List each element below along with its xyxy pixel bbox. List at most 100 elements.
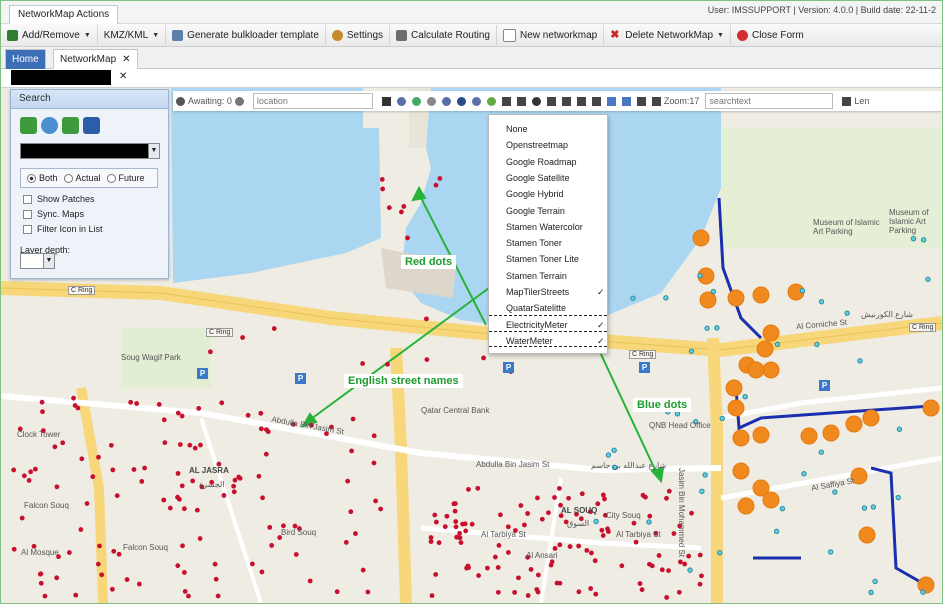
basemap-option[interactable]: Google Hybrid xyxy=(489,186,607,202)
water-meter-marker[interactable] xyxy=(702,472,708,478)
electricity-meter-marker[interactable] xyxy=(177,442,183,447)
kmz-kml-button[interactable]: KMZ/KML ▼ xyxy=(98,25,167,45)
electricity-meter-marker[interactable] xyxy=(108,442,114,448)
zoom-in-icon[interactable] xyxy=(636,96,646,106)
basemap-option[interactable]: Stamen Toner xyxy=(489,235,607,251)
navigate-icon[interactable] xyxy=(381,96,391,106)
electricity-meter-marker[interactable] xyxy=(697,581,703,587)
water-meter-marker[interactable] xyxy=(857,358,863,364)
electricity-meter-marker[interactable] xyxy=(567,544,573,549)
electricity-meter-marker[interactable] xyxy=(399,209,404,215)
electricity-meter-marker[interactable] xyxy=(495,565,501,570)
back-icon[interactable] xyxy=(20,117,37,134)
electricity-meter-marker[interactable] xyxy=(633,539,639,545)
electricity-meter-marker[interactable] xyxy=(476,573,482,578)
electricity-meter-marker[interactable] xyxy=(686,553,692,559)
electricity-meter-marker[interactable] xyxy=(256,473,262,479)
chevron-down-icon[interactable]: ▼ xyxy=(43,253,55,269)
electricity-meter-marker[interactable] xyxy=(52,444,58,450)
document-icon[interactable] xyxy=(606,96,616,106)
electricity-meter-marker[interactable] xyxy=(371,433,377,439)
electricity-meter-marker[interactable] xyxy=(444,513,450,519)
electricity-meter-marker[interactable] xyxy=(465,563,471,569)
water-meter-marker[interactable] xyxy=(719,415,725,422)
hierarchy-icon[interactable] xyxy=(546,96,556,106)
electricity-meter-marker[interactable] xyxy=(495,589,501,595)
water-meter-marker[interactable] xyxy=(844,310,850,316)
electricity-meter-marker[interactable] xyxy=(116,551,122,557)
electricity-meter-marker[interactable] xyxy=(142,465,148,471)
electricity-meter-marker[interactable] xyxy=(593,591,599,597)
electricity-meter-marker[interactable] xyxy=(348,509,354,515)
electricity-meter-marker[interactable] xyxy=(161,497,167,503)
electricity-meter-marker[interactable] xyxy=(666,488,672,494)
electricity-meter-marker[interactable] xyxy=(95,561,101,567)
electricity-meter-marker[interactable] xyxy=(109,586,115,592)
water-meter-marker[interactable] xyxy=(697,273,703,279)
electricity-meter-marker[interactable] xyxy=(671,531,677,536)
electricity-meter-marker[interactable] xyxy=(71,395,76,401)
electricity-meter-marker[interactable] xyxy=(124,577,130,582)
electricity-meter-marker[interactable] xyxy=(584,547,590,553)
electricity-meter-marker[interactable] xyxy=(378,506,384,512)
electricity-meter-marker[interactable] xyxy=(162,440,168,446)
electricity-meter-marker[interactable] xyxy=(458,540,464,546)
basemap-option[interactable]: QuatarSatelitte xyxy=(489,300,607,316)
eye-icon[interactable] xyxy=(441,96,451,106)
electricity-meter-marker[interactable] xyxy=(249,561,255,567)
electricity-meter-marker[interactable] xyxy=(360,361,366,366)
electricity-meter-marker[interactable] xyxy=(245,412,251,418)
electricity-meter-marker[interactable] xyxy=(379,176,385,182)
water-meter-marker[interactable] xyxy=(704,325,710,331)
meter-cluster-marker[interactable] xyxy=(858,526,876,544)
water-meter-marker[interactable] xyxy=(593,518,599,525)
water-meter-marker[interactable] xyxy=(742,393,748,400)
meter-cluster-marker[interactable] xyxy=(732,462,750,480)
electricity-meter-marker[interactable] xyxy=(380,186,386,192)
electricity-meter-marker[interactable] xyxy=(180,543,185,549)
electricity-meter-marker[interactable] xyxy=(697,552,703,558)
electricity-meter-marker[interactable] xyxy=(236,474,242,480)
water-meter-marker[interactable] xyxy=(868,589,874,596)
window-icon[interactable] xyxy=(576,96,586,106)
meter-cluster-marker[interactable] xyxy=(732,429,750,447)
electricity-meter-marker[interactable] xyxy=(181,570,187,575)
electricity-meter-marker[interactable] xyxy=(643,494,648,500)
forward-icon[interactable] xyxy=(62,117,79,134)
electricity-meter-marker[interactable] xyxy=(432,512,438,518)
electricity-meter-marker[interactable] xyxy=(136,581,142,587)
electricity-meter-marker[interactable] xyxy=(194,507,200,513)
close-form-button[interactable]: Close Form xyxy=(731,25,810,45)
electricity-meter-marker[interactable] xyxy=(343,539,349,545)
legend-label[interactable]: Len xyxy=(854,96,869,106)
water-meter-marker[interactable] xyxy=(687,567,693,573)
electricity-meter-marker[interactable] xyxy=(505,549,511,555)
electricity-meter-marker[interactable] xyxy=(349,448,354,454)
water-meter-marker[interactable] xyxy=(630,295,636,301)
water-meter-marker[interactable] xyxy=(832,489,838,495)
electricity-meter-marker[interactable] xyxy=(592,558,598,564)
electricity-meter-marker[interactable] xyxy=(156,401,162,407)
radio-both[interactable] xyxy=(27,173,36,183)
sync-maps-checkbox[interactable]: Sync. Maps xyxy=(23,209,84,219)
basemap-option[interactable]: None xyxy=(489,121,607,137)
electricity-meter-marker[interactable] xyxy=(267,524,273,530)
meter-cluster-marker[interactable] xyxy=(737,497,755,515)
electricity-meter-marker[interactable] xyxy=(21,473,27,479)
electricity-meter-marker[interactable] xyxy=(219,400,225,406)
legend-icon[interactable] xyxy=(842,96,852,106)
electricity-meter-marker[interactable] xyxy=(260,495,265,501)
electricity-meter-marker[interactable] xyxy=(639,587,645,593)
meter-cluster-marker[interactable] xyxy=(862,409,880,427)
meter-cluster-marker[interactable] xyxy=(752,426,770,444)
water-meter-marker[interactable] xyxy=(818,298,825,305)
electricity-meter-marker[interactable] xyxy=(265,429,271,435)
meter-cluster-marker[interactable] xyxy=(727,399,745,417)
electricity-meter-marker[interactable] xyxy=(566,495,571,501)
electricity-meter-marker[interactable] xyxy=(269,543,275,548)
electricity-meter-marker[interactable] xyxy=(96,454,101,460)
water-meter-marker[interactable] xyxy=(779,505,786,512)
electricity-meter-marker[interactable] xyxy=(187,442,193,448)
electricity-meter-marker[interactable] xyxy=(528,566,534,572)
meter-cluster-marker[interactable] xyxy=(725,379,743,397)
